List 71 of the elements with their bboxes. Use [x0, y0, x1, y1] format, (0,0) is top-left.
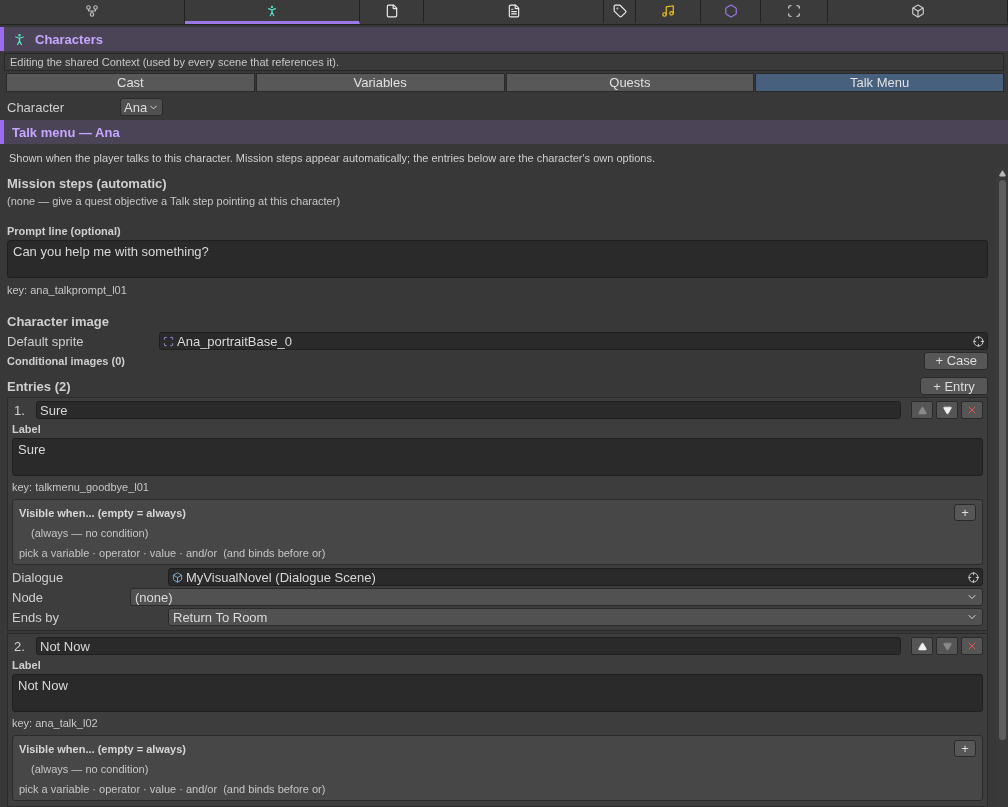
label-heading: Label	[12, 423, 42, 435]
sprite-field[interactable]: Ana_portraitBase_0	[159, 332, 988, 350]
character-dropdown[interactable]: Ana	[120, 98, 164, 116]
condition-title: Visible when... (empty = always)	[19, 742, 186, 755]
asset-icon	[172, 571, 183, 583]
dialogue-field[interactable]: MyVisualNovel (Dialogue Scene)	[168, 568, 983, 586]
mission-steps-note: (none — give a quest objective a Talk step pointing at this character)	[7, 195, 342, 207]
scroll-thumb[interactable]	[998, 180, 1006, 740]
move-up-button[interactable]	[911, 637, 933, 655]
entry-number: 1.	[13, 402, 26, 418]
character-image-heading: Character image	[7, 314, 110, 329]
sub-tab[interactable]: Talk Menu	[755, 73, 1004, 92]
prompt-field[interactable]: Can you help me with something?	[7, 240, 988, 278]
sub-tab[interactable]: Cast	[6, 73, 255, 92]
entry-key: key: talkmenu_goodbye_l01	[12, 481, 983, 493]
move-down-button[interactable]	[936, 401, 958, 419]
prompt-label: Prompt line (optional)	[7, 225, 122, 237]
talk-menu-description: Shown when the player talks to this character. Mission steps appear automatically; the entries below are the character's own options.	[8, 151, 656, 166]
tab-icon	[787, 3, 802, 18]
add-condition-button[interactable]: +	[954, 504, 976, 521]
picker-icon[interactable]	[973, 335, 984, 347]
sprite-icon	[163, 335, 174, 347]
sub-tab[interactable]: Variables	[255, 73, 505, 92]
entry-key: key: ana_talk_l02	[12, 717, 983, 729]
condition-hint: pick a variable · operator · value · and/or (and binds before or)	[19, 547, 327, 559]
condition-status: (always — no condition)	[31, 527, 150, 539]
sub-tab[interactable]: Quests	[505, 73, 755, 92]
tab-icon	[506, 3, 521, 18]
label-field[interactable]: Not Now	[12, 674, 983, 712]
close-icon	[966, 404, 978, 416]
tab-icon	[612, 3, 627, 18]
ends-by-dropdown[interactable]: Return To Room	[168, 608, 983, 626]
field-label: Default sprite	[7, 333, 85, 349]
condition-hint: pick a variable · operator · value · and/or (and binds before or)	[19, 783, 327, 795]
conditional-images-label: Conditional images (0)	[7, 355, 125, 367]
delete-button[interactable]	[961, 637, 983, 655]
tab-icon	[384, 3, 399, 18]
entry-name-field[interactable]: Sure	[36, 401, 901, 419]
context-note: Editing the shared Context (used by every scene that references it).	[4, 53, 1004, 71]
up-triangle-icon	[917, 405, 927, 415]
section-title: Characters	[35, 31, 103, 47]
close-icon	[966, 640, 978, 652]
tab-icon	[910, 3, 925, 18]
entry-number: 2.	[13, 638, 26, 654]
person-icon	[12, 31, 27, 47]
down-triangle-icon	[942, 405, 952, 415]
add-condition-button[interactable]: +	[954, 740, 976, 757]
character-label: Character	[7, 99, 66, 115]
add-case-button[interactable]: + Case	[924, 351, 988, 370]
condition-status: (always — no condition)	[31, 763, 150, 775]
tab-icon	[84, 3, 99, 18]
delete-button[interactable]	[961, 401, 983, 419]
talk-menu-title: Talk menu — Ana	[12, 124, 120, 140]
field-label: Node	[12, 589, 45, 605]
scroll-up-icon[interactable]	[998, 170, 1006, 177]
prompt-key: key: ana_talkprompt_l01	[7, 284, 988, 296]
entry-name-field[interactable]: Not Now	[36, 637, 901, 655]
picker-icon[interactable]	[968, 571, 979, 583]
mission-steps-heading: Mission steps (automatic)	[7, 176, 168, 191]
field-label: Dialogue	[12, 569, 65, 585]
label-field[interactable]: Sure	[12, 438, 983, 476]
add-entry-button[interactable]: + Entry	[920, 377, 988, 395]
tab-icon	[723, 3, 738, 18]
condition-title: Visible when... (empty = always)	[19, 506, 186, 519]
tab-icon	[661, 3, 675, 18]
field-label: Ends by	[12, 609, 60, 625]
label-heading: Label	[12, 659, 42, 671]
entries-heading: Entries (2)	[7, 378, 71, 394]
down-triangle-icon	[942, 641, 952, 651]
up-triangle-icon	[917, 641, 927, 651]
node-dropdown[interactable]: (none)	[130, 588, 983, 606]
